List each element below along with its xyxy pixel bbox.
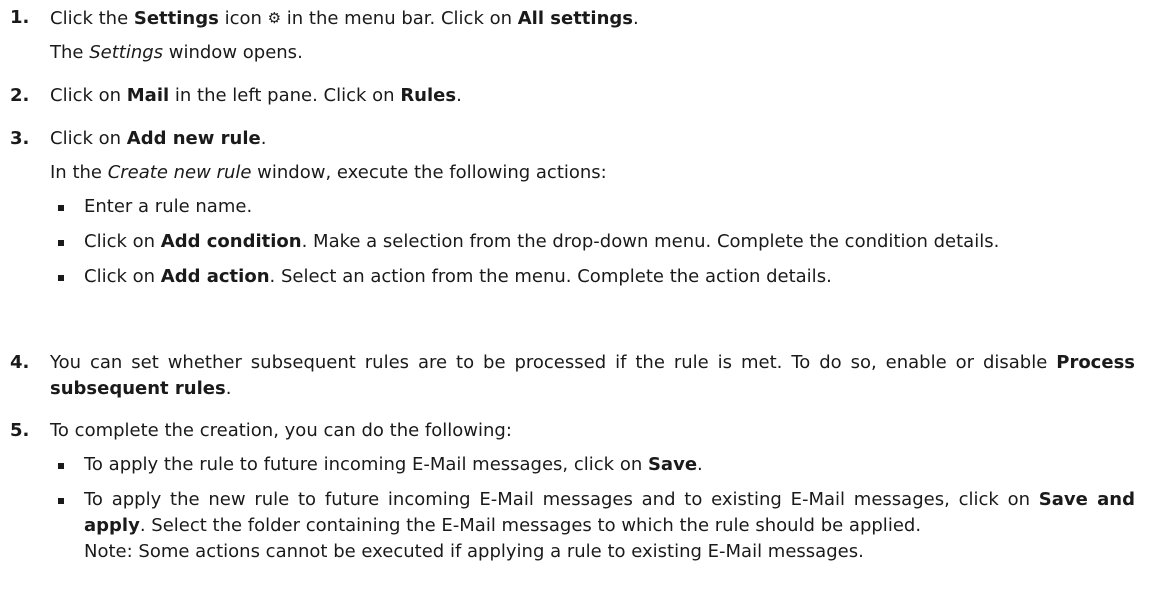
- step-4: 4. You can set whether subsequent rules …: [10, 350, 1135, 402]
- add-new-rule-label: Add new rule: [126, 128, 261, 149]
- step-result: The Settings window opens.: [50, 42, 303, 63]
- step-number: 3.: [10, 128, 30, 149]
- list-item: Enter a rule name.: [50, 194, 1135, 220]
- rules-label: Rules: [400, 85, 457, 106]
- list-item: To apply the new rule to future incoming…: [50, 487, 1135, 565]
- bullet-icon: [58, 498, 64, 504]
- instruction-document: 1. Click the Settings icon ⚙ in the menu…: [0, 0, 1157, 598]
- step-number: 4.: [10, 352, 30, 373]
- step-number: 2.: [10, 85, 30, 106]
- list-item: To apply the rule to future incoming E-M…: [50, 452, 1135, 478]
- step-text: Click on Add new rule.: [50, 128, 267, 149]
- step-number: 1.: [10, 7, 30, 28]
- add-condition-label: Add condition: [160, 231, 302, 252]
- step-text: Click the Settings icon ⚙ in the menu ba…: [50, 5, 1135, 32]
- step-3: 3. Click on Add new rule. In the Create …: [10, 126, 1135, 290]
- bullet-icon: [58, 240, 64, 246]
- step-text: To complete the creation, you can do the…: [50, 420, 512, 441]
- step-5: 5. To complete the creation, you can do …: [10, 418, 1135, 565]
- bullet-icon: [58, 205, 64, 211]
- step-number: 5.: [10, 420, 30, 441]
- step-text: You can set whether subsequent rules are…: [50, 352, 1135, 399]
- gear-icon: ⚙: [267, 9, 282, 27]
- note-text: Note: Some actions cannot be executed if…: [84, 541, 864, 562]
- bullet-icon: [58, 463, 64, 469]
- settings-label: Settings: [133, 8, 219, 29]
- list-item: Click on Add condition. Make a selection…: [50, 229, 1135, 255]
- mail-label: Mail: [126, 85, 170, 106]
- step-2: 2. Click on Mail in the left pane. Click…: [10, 83, 1135, 109]
- all-settings-label: All settings: [517, 8, 633, 29]
- step-text: Click on Mail in the left pane. Click on…: [50, 85, 462, 106]
- step-1: 1. Click the Settings icon ⚙ in the menu…: [10, 5, 1135, 66]
- save-label: Save: [647, 454, 698, 475]
- bullet-icon: [58, 275, 64, 281]
- step-result: In the Create new rule window, execute t…: [50, 162, 607, 183]
- add-action-label: Add action: [160, 266, 270, 287]
- list-item: Click on Add action. Select an action fr…: [50, 264, 1135, 290]
